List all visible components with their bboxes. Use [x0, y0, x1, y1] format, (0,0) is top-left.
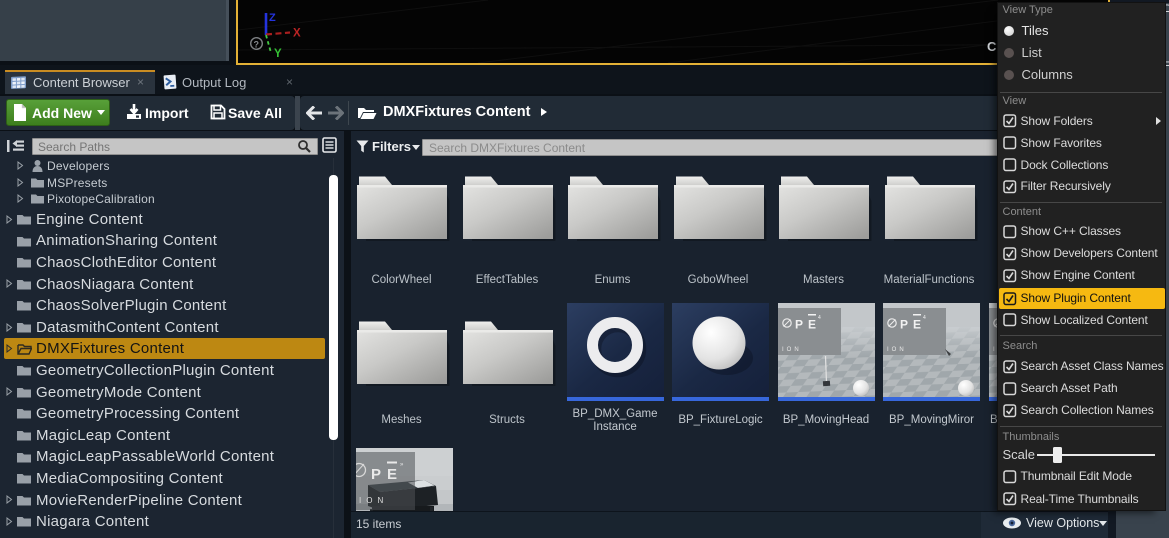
svg-text:P: P [795, 318, 803, 332]
svg-text:ION: ION [782, 347, 802, 353]
svg-text:X: X [293, 28, 301, 40]
svg-text:E: E [387, 466, 397, 483]
svg-text:4: 4 [818, 315, 821, 321]
svg-text:P: P [900, 318, 908, 332]
svg-text:?: ? [254, 40, 260, 50]
svg-text:E: E [913, 318, 921, 332]
svg-text:Z: Z [269, 12, 276, 24]
svg-text:ION: ION [887, 347, 907, 353]
svg-text:C: C [987, 39, 997, 54]
svg-text:E: E [808, 318, 816, 332]
svg-text:Y: Y [274, 48, 282, 60]
svg-text:P: P [371, 466, 381, 483]
svg-text:ION: ION [359, 496, 388, 505]
svg-text:4: 4 [923, 315, 926, 321]
